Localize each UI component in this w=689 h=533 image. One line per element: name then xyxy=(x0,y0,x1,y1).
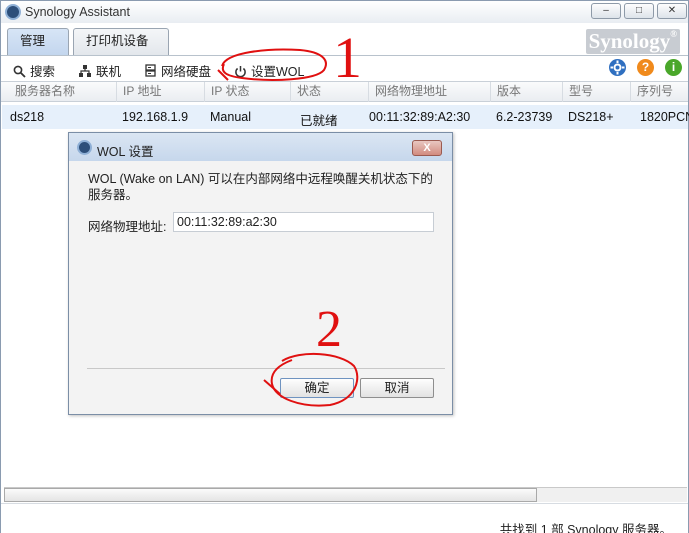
connect-icon xyxy=(78,64,92,78)
toolbar: 搜索 联机 网络硬盘 设置WOL xyxy=(1,55,688,81)
column-header-ip-status[interactable]: IP 状态 xyxy=(205,82,291,102)
column-header-mac-address[interactable]: 网络物理地址 xyxy=(369,82,491,102)
cell-ip-status: Manual xyxy=(210,110,251,124)
gear-icon[interactable] xyxy=(609,59,626,76)
dialog-title: WOL 设置 xyxy=(97,145,154,159)
tab-manage[interactable]: 管理 xyxy=(7,28,69,55)
status-text: 共找到 1 部 Synology 服务器。 xyxy=(499,523,672,533)
tab-strip: 管理 打印机设备 xyxy=(1,23,688,55)
brand-mark: ® xyxy=(670,29,677,39)
ok-button[interactable]: 确定 xyxy=(280,378,354,398)
wol-settings-dialog: WOL 设置 X WOL (Wake on LAN) 可以在内部网络中远程唤醒关… xyxy=(68,132,453,415)
mac-address-field[interactable] xyxy=(173,212,434,232)
mac-address-label: 网络物理地址: xyxy=(88,220,167,234)
synology-assistant-icon xyxy=(77,140,92,155)
search-button[interactable]: 搜索 xyxy=(12,61,56,79)
maximize-button[interactable]: □ xyxy=(624,3,654,19)
column-header-server-name[interactable]: 服务器名称 xyxy=(9,82,117,102)
connect-label: 联机 xyxy=(96,65,122,79)
column-header-ip-address[interactable]: IP 地址 xyxy=(117,82,205,102)
cell-mac-address: 00:11:32:89:A2:30 xyxy=(369,110,471,124)
wol-label: 设置WOL xyxy=(251,65,305,79)
search-label: 搜索 xyxy=(30,65,56,79)
dialog-description: WOL (Wake on LAN) 可以在内部网络中远程唤醒关机状态下的服务器。 xyxy=(88,172,433,202)
cell-model: DS218+ xyxy=(568,110,614,124)
horizontal-scrollbar-thumb[interactable] xyxy=(4,488,537,502)
cancel-button[interactable]: 取消 xyxy=(360,378,434,398)
map-network-drive-button[interactable]: 网络硬盘 xyxy=(143,61,212,79)
map-drive-label: 网络硬盘 xyxy=(161,65,212,79)
tab-printer-devices[interactable]: 打印机设备 xyxy=(73,28,169,55)
search-icon xyxy=(12,65,26,79)
window-title: Synology Assistant xyxy=(25,5,130,19)
synology-assistant-icon xyxy=(5,4,21,20)
synology-logo: Synology® xyxy=(585,29,680,54)
column-header-version[interactable]: 版本 xyxy=(491,82,563,102)
column-header-status[interactable]: 状态 xyxy=(291,82,369,102)
set-wol-button[interactable]: 设置WOL xyxy=(233,61,305,79)
title-bar: Synology Assistant – □ ✕ xyxy=(1,1,688,23)
brand-name: Synology xyxy=(588,29,671,53)
drive-icon xyxy=(143,64,157,78)
cell-version: 6.2-23739 xyxy=(496,110,553,124)
status-bar: 共找到 1 部 Synology 服务器。 xyxy=(1,503,688,533)
column-header-serial-number[interactable]: 序列号 xyxy=(631,82,688,102)
help-icon[interactable]: ? xyxy=(637,59,654,76)
cell-status: 已就绪 xyxy=(300,114,338,128)
connect-button[interactable]: 联机 xyxy=(78,61,122,79)
server-table-header: 服务器名称 IP 地址 IP 状态 状态 网络物理地址 版本 型号 序列号 xyxy=(1,81,688,102)
cell-serial-number: 1820PCN xyxy=(640,110,689,124)
table-row[interactable]: ds218 192.168.1.9 Manual 已就绪 00:11:32:89… xyxy=(2,105,689,129)
dialog-divider xyxy=(87,368,445,369)
dialog-close-button[interactable]: X xyxy=(412,140,442,156)
info-icon[interactable]: i xyxy=(665,59,682,76)
power-icon xyxy=(233,65,247,79)
cell-server-name: ds218 xyxy=(10,110,45,124)
minimize-button[interactable]: – xyxy=(591,3,621,19)
close-button[interactable]: ✕ xyxy=(657,3,687,19)
column-header-model[interactable]: 型号 xyxy=(563,82,631,102)
cell-ip-address: 192.168.1.9 xyxy=(122,110,189,124)
dialog-title-bar: WOL 设置 X xyxy=(69,133,452,161)
